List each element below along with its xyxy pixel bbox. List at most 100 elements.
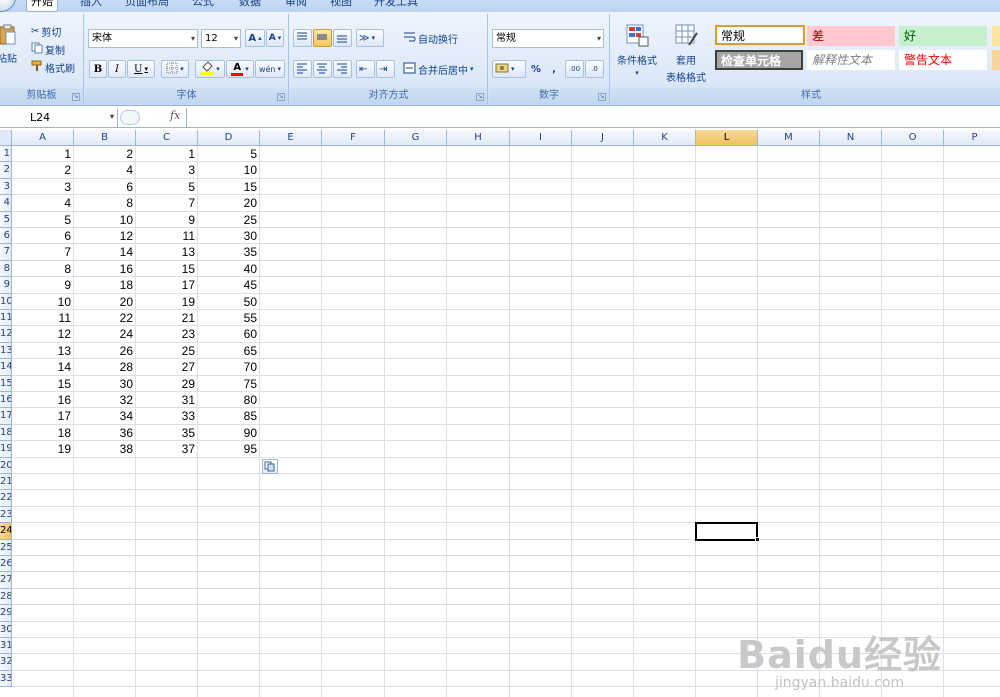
row-header[interactable]: 8: [0, 260, 12, 278]
row-header[interactable]: 33: [0, 670, 12, 688]
row-header[interactable]: 13: [0, 342, 12, 360]
cell-b6[interactable]: 12: [74, 228, 136, 244]
grow-font-button[interactable]: A ▴: [245, 29, 265, 47]
cell-d13[interactable]: 65: [198, 343, 260, 359]
column-header-o[interactable]: O: [882, 130, 944, 146]
cell-c15[interactable]: 29: [136, 376, 198, 392]
cell-a6[interactable]: 6: [12, 228, 74, 244]
align-top-button[interactable]: [293, 29, 312, 47]
row-header[interactable]: 24: [0, 523, 12, 540]
cell-c18[interactable]: 35: [136, 425, 198, 441]
decrease-decimal-button[interactable]: .0: [585, 60, 604, 78]
cell-a13[interactable]: 13: [12, 343, 74, 359]
cell-a12[interactable]: 12: [12, 326, 74, 342]
borders-button[interactable]: ▾: [161, 60, 189, 78]
row-header[interactable]: 26: [0, 556, 12, 573]
cell-d4[interactable]: 20: [198, 195, 260, 211]
cell-b11[interactable]: 22: [74, 310, 136, 326]
row-header[interactable]: 30: [0, 621, 12, 638]
row-header[interactable]: 20: [0, 457, 12, 474]
column-header-g[interactable]: G: [385, 130, 447, 146]
row-header[interactable]: 9: [0, 277, 12, 294]
column-header-n[interactable]: N: [820, 130, 882, 146]
row-header[interactable]: 18: [0, 424, 12, 442]
row-header[interactable]: 1: [0, 146, 12, 163]
column-header-h[interactable]: H: [447, 130, 510, 146]
cell-d9[interactable]: 45: [198, 277, 260, 293]
cut-button[interactable]: ✂ 剪切: [28, 22, 64, 40]
font-color-button[interactable]: A ▾: [226, 60, 254, 78]
cell-b14[interactable]: 28: [74, 359, 136, 375]
cell-b2[interactable]: 4: [74, 162, 136, 178]
cell-a9[interactable]: 9: [12, 277, 74, 293]
cell-d8[interactable]: 40: [198, 261, 260, 277]
cell-a7[interactable]: 7: [12, 244, 74, 260]
select-all-corner[interactable]: [0, 130, 12, 146]
cell-style-explanatory[interactable]: 解释性文本: [807, 50, 895, 70]
row-header[interactable]: 11: [0, 310, 12, 327]
cell-d5[interactable]: 25: [198, 212, 260, 228]
tab-home[interactable]: 开始: [26, 0, 58, 12]
cell-c11[interactable]: 21: [136, 310, 198, 326]
font-name-select[interactable]: 宋体 ▾: [88, 29, 198, 48]
tab-data[interactable]: 数据: [235, 0, 265, 12]
cell-d17[interactable]: 85: [198, 408, 260, 424]
row-header[interactable]: 21: [0, 474, 12, 491]
cell-b3[interactable]: 6: [74, 179, 136, 195]
cell-c12[interactable]: 23: [136, 326, 198, 342]
row-header[interactable]: 31: [0, 638, 12, 655]
column-header-a[interactable]: A: [12, 130, 74, 146]
align-center-button[interactable]: [313, 60, 332, 78]
cell-d7[interactable]: 35: [198, 244, 260, 260]
row-header[interactable]: 22: [0, 490, 12, 507]
bold-button[interactable]: B: [89, 60, 107, 78]
cell-b9[interactable]: 18: [74, 277, 136, 293]
cell-a11[interactable]: 11: [12, 310, 74, 326]
cell-b16[interactable]: 32: [74, 392, 136, 408]
column-header-p[interactable]: P: [944, 130, 1000, 146]
row-header[interactable]: 3: [0, 178, 12, 196]
number-launcher-icon[interactable]: ↘: [598, 93, 606, 101]
paste-button[interactable]: 粘贴: [0, 22, 18, 70]
cell-c10[interactable]: 19: [136, 294, 198, 310]
cell-b1[interactable]: 2: [74, 146, 136, 162]
name-box[interactable]: L24 ▾: [0, 109, 118, 127]
row-header[interactable]: 6: [0, 228, 12, 245]
cell-b18[interactable]: 36: [74, 425, 136, 441]
accounting-format-button[interactable]: ▾: [492, 60, 526, 78]
cell-a10[interactable]: 10: [12, 294, 74, 310]
cell-a19[interactable]: 19: [12, 441, 74, 457]
fill-color-button[interactable]: ▾: [195, 60, 225, 78]
cell-a2[interactable]: 2: [12, 162, 74, 178]
orientation-button[interactable]: ≫ ▾: [356, 29, 384, 47]
row-header[interactable]: 29: [0, 605, 12, 622]
row-header[interactable]: 2: [0, 162, 12, 179]
cell-d3[interactable]: 15: [198, 179, 260, 195]
tab-developer[interactable]: 开发工具: [370, 0, 422, 12]
cell-b5[interactable]: 10: [74, 212, 136, 228]
row-header[interactable]: 25: [0, 539, 12, 556]
copy-button[interactable]: 复制: [28, 40, 68, 58]
cell-d18[interactable]: 90: [198, 425, 260, 441]
row-header[interactable]: 17: [0, 408, 12, 425]
cell-style-normal[interactable]: 常规: [715, 25, 805, 45]
comma-button[interactable]: ,: [547, 60, 561, 78]
align-left-button[interactable]: [293, 60, 312, 78]
cell-a17[interactable]: 17: [12, 408, 74, 424]
cell-style-bad[interactable]: 差: [807, 26, 895, 46]
column-header-i[interactable]: I: [510, 130, 572, 146]
cell-a4[interactable]: 4: [12, 195, 74, 211]
column-header-f[interactable]: F: [322, 130, 385, 146]
row-header[interactable]: 28: [0, 588, 12, 606]
cell-c9[interactable]: 17: [136, 277, 198, 293]
increase-indent-button[interactable]: ⇥: [376, 60, 395, 78]
cell-a15[interactable]: 15: [12, 376, 74, 392]
number-format-select[interactable]: 常规 ▾: [492, 29, 604, 48]
cell-a5[interactable]: 5: [12, 212, 74, 228]
cell-style-input-partial[interactable]: [992, 50, 1000, 70]
wrap-text-button[interactable]: 自动换行: [400, 29, 461, 47]
row-header[interactable]: 5: [0, 211, 12, 228]
font-size-select[interactable]: 12 ▾: [201, 29, 241, 48]
cell-c7[interactable]: 13: [136, 244, 198, 260]
cell-c5[interactable]: 9: [136, 212, 198, 228]
